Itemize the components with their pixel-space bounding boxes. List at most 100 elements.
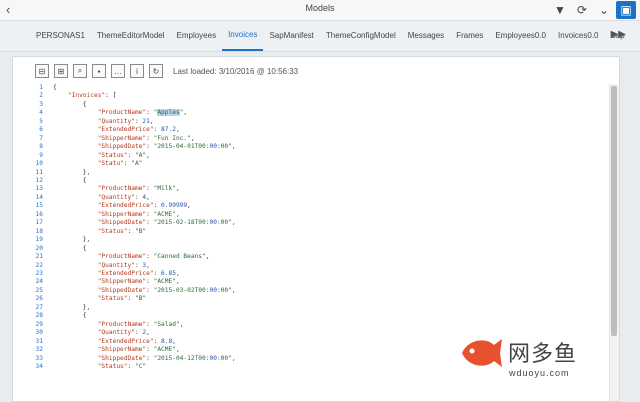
line-number: 14 bbox=[35, 193, 43, 201]
search-icon[interactable]: ⌕ bbox=[73, 64, 87, 78]
line-number: 28 bbox=[35, 312, 43, 320]
line-number: 3 bbox=[39, 100, 43, 108]
code-line[interactable]: "ShipperName": "Fun Inc.", bbox=[53, 135, 236, 143]
line-number: 30 bbox=[35, 329, 43, 337]
code-line[interactable]: "Statu": "A" bbox=[53, 160, 236, 168]
tab-themeeditormodel[interactable]: ThemeEditorModel bbox=[91, 21, 171, 51]
tab-sapmanifest[interactable]: SapManifest bbox=[263, 21, 319, 51]
line-number: 34 bbox=[35, 362, 43, 370]
code-line[interactable]: "Quantity": 2, bbox=[53, 329, 236, 337]
code-line[interactable]: "ShippedDate": "2015-04-12T00:00:00", bbox=[53, 355, 236, 363]
line-number: 29 bbox=[35, 320, 43, 328]
code-line[interactable]: "Invoices": [ bbox=[53, 92, 236, 100]
refresh-icon[interactable]: ⟳ bbox=[572, 1, 592, 19]
line-number: 31 bbox=[35, 337, 43, 345]
window-title: Models bbox=[305, 3, 335, 13]
code-line[interactable]: "Quantity": 3, bbox=[53, 262, 236, 270]
code-line[interactable]: "Status": "A", bbox=[53, 152, 236, 160]
tab-messages[interactable]: Messages bbox=[402, 21, 450, 51]
code-line[interactable]: }, bbox=[53, 236, 236, 244]
tab-frames[interactable]: Frames bbox=[450, 21, 489, 51]
reload-icon[interactable]: ↻ bbox=[149, 64, 163, 78]
code-line[interactable]: { bbox=[53, 101, 236, 109]
tab-themeconfigmodel[interactable]: ThemeConfigModel bbox=[320, 21, 402, 51]
code-line[interactable]: "ExtendedPrice": 8.8, bbox=[53, 338, 236, 346]
code-line[interactable]: }, bbox=[53, 304, 236, 312]
line-number: 22 bbox=[35, 261, 43, 269]
line-number: 25 bbox=[35, 286, 43, 294]
title-actions: ▼ ⟳ ⌄ ▣ bbox=[550, 1, 636, 19]
code-line[interactable]: "ExtendedPrice": 0.99999, bbox=[53, 202, 236, 210]
line-number: 19 bbox=[35, 236, 43, 244]
line-number: 10 bbox=[35, 160, 43, 168]
code-line[interactable]: "Status": "C" bbox=[53, 363, 236, 371]
code-area[interactable]: { "Invoices": [ { "ProductName": "Apples… bbox=[53, 84, 236, 371]
code-line[interactable]: "ProductName": "Apples", bbox=[53, 109, 236, 117]
code-line[interactable]: "ShipperName": "ACME", bbox=[53, 346, 236, 354]
line-number: 13 bbox=[35, 185, 43, 193]
tab-employees[interactable]: Employees bbox=[171, 21, 223, 51]
line-number: 16 bbox=[35, 210, 43, 218]
save-icon[interactable]: ▪ bbox=[92, 64, 106, 78]
collapse-all-icon[interactable]: ⊟ bbox=[35, 64, 49, 78]
line-number: 9 bbox=[39, 151, 43, 159]
tabs-overflow-icon[interactable]: ▶▶ bbox=[611, 29, 626, 41]
tab-bar: PERSONAS1 ThemeEditorModel Employees Invoic… bbox=[0, 21, 640, 52]
code-line[interactable]: "ShippedDate": "2015-03-02T00:00:00", bbox=[53, 287, 236, 295]
collapse-icon[interactable]: ⌄ bbox=[594, 1, 614, 19]
line-number: 6 bbox=[39, 126, 43, 134]
scrollbar-thumb[interactable] bbox=[611, 86, 617, 336]
code-line[interactable]: "Quantity": 4, bbox=[53, 194, 236, 202]
line-number: 33 bbox=[35, 354, 43, 362]
line-number: 1 bbox=[39, 84, 43, 91]
watermark: 网多鱼 wduoyu.com bbox=[460, 328, 640, 400]
code-line[interactable]: { bbox=[53, 245, 236, 253]
line-number: 26 bbox=[35, 295, 43, 303]
line-number: 20 bbox=[35, 244, 43, 252]
watermark-brand: 网多鱼 bbox=[508, 341, 578, 366]
tab-invoices0-0[interactable]: Invoices0.0 bbox=[552, 21, 604, 51]
fish-logo-icon bbox=[462, 339, 502, 367]
code-line[interactable]: "ShippedDate": "2015-02-18T00:00:00", bbox=[53, 219, 236, 227]
code-line[interactable]: "ProductName": "Salad", bbox=[53, 321, 236, 329]
code-line[interactable]: "ProductName": "Milk", bbox=[53, 185, 236, 193]
code-line[interactable]: "ShipperName": "ACME", bbox=[53, 211, 236, 219]
tab-invoices[interactable]: Invoices bbox=[222, 21, 264, 51]
code-line[interactable]: "ExtendedPrice": 87.2, bbox=[53, 126, 236, 134]
title-bar: ‹ Models ▼ ⟳ ⌄ ▣ bbox=[0, 0, 640, 21]
info-icon[interactable]: i bbox=[130, 64, 144, 78]
line-number: 32 bbox=[35, 346, 43, 354]
code-line[interactable]: "ShipperName": "ACME", bbox=[53, 278, 236, 286]
code-line[interactable]: "Quantity": 21, bbox=[53, 118, 236, 126]
tab-personas1[interactable]: PERSONAS1 bbox=[30, 21, 91, 51]
line-number: 23 bbox=[35, 269, 43, 277]
line-numbers: 1 2 3 4 5 6 7 8 9 10 11 12 13 14 15 16 17 18 19 20 21 22 23 24 2… bbox=[13, 84, 43, 371]
code-line[interactable]: "ShippedDate": "2015-04-01T00:00:00", bbox=[53, 143, 236, 151]
expand-all-icon[interactable]: ⊞ bbox=[54, 64, 68, 78]
code-line[interactable]: { bbox=[53, 177, 236, 185]
code-line[interactable]: "Status": "B" bbox=[53, 295, 236, 303]
line-number: 5 bbox=[39, 117, 43, 125]
line-number: 15 bbox=[35, 202, 43, 210]
last-loaded-status: Last loaded: 3/10/2016 @ 10:56:33 bbox=[173, 66, 299, 76]
code-line[interactable]: "Status": "B" bbox=[53, 228, 236, 236]
watermark-url: wduoyu.com bbox=[509, 368, 570, 378]
filter-icon[interactable]: ▼ bbox=[550, 1, 570, 19]
code-line[interactable]: { bbox=[53, 84, 236, 92]
line-number: 11 bbox=[35, 168, 43, 176]
panel-icon[interactable]: ▣ bbox=[616, 1, 636, 19]
editor-toolbar: ⊟ ⊞ ⌕ ▪ … i ↻ Last loaded: 3/10/2016 @ 10:56:33 bbox=[35, 62, 298, 80]
line-number: 17 bbox=[35, 219, 43, 227]
tab-employees0-0[interactable]: Employees0.0 bbox=[489, 21, 552, 51]
more-icon[interactable]: … bbox=[111, 64, 125, 78]
code-line[interactable]: "ProductName": "Canned Beans", bbox=[53, 253, 236, 261]
line-number: 18 bbox=[35, 227, 43, 235]
line-number: 27 bbox=[35, 303, 43, 311]
line-number: 24 bbox=[35, 278, 43, 286]
code-line[interactable]: "ExtendedPrice": 6.85, bbox=[53, 270, 236, 278]
line-number: 21 bbox=[35, 253, 43, 261]
code-line[interactable]: }, bbox=[53, 169, 236, 177]
line-number: 8 bbox=[39, 143, 43, 151]
code-line[interactable]: { bbox=[53, 312, 236, 320]
line-number: 7 bbox=[39, 134, 43, 142]
